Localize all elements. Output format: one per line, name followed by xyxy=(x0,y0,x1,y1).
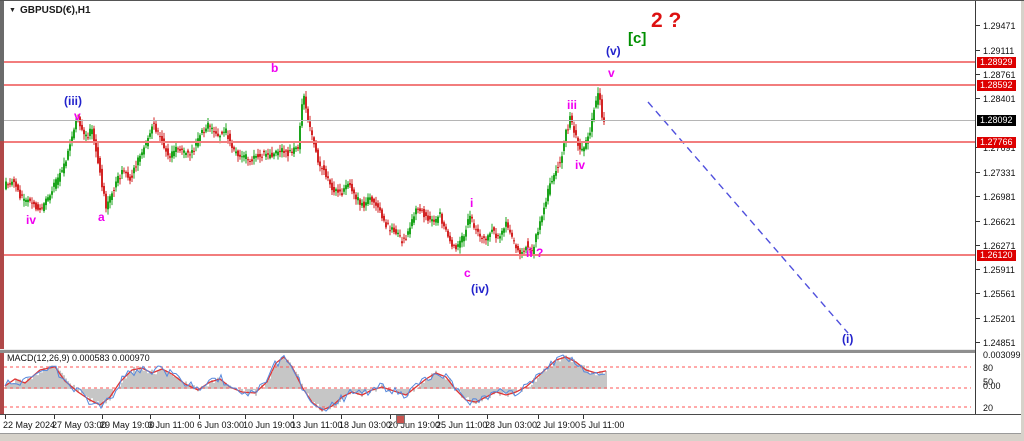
axis-tickmark xyxy=(976,342,980,343)
time-tickmark xyxy=(341,415,342,419)
time-tickmark xyxy=(293,415,294,419)
time-tick-label: 18 Jun 03:00 xyxy=(339,420,391,430)
wave-label[interactable]: iv xyxy=(575,159,585,171)
wave-label[interactable]: v xyxy=(74,110,81,122)
time-tick-label: 2 Jul 19:00 xyxy=(536,420,580,430)
bear-candle-wicks xyxy=(8,88,604,259)
macd-signal-line xyxy=(5,357,606,410)
price-tick-label: 1.27331 xyxy=(983,168,1016,178)
symbol-period-label: GBPUSD(€),H1 xyxy=(20,5,91,16)
wave-label[interactable]: c xyxy=(464,267,471,279)
price-tick-label: 1.28761 xyxy=(983,70,1016,80)
time-tick-label: 10 Jun 19:00 xyxy=(243,420,295,430)
chart-title: ▼ GBPUSD(€),H1 xyxy=(9,5,91,16)
wave-label[interactable]: (iii) xyxy=(64,95,82,107)
time-tick-label: 3 Jun 11:00 xyxy=(148,420,194,430)
time-tickmark xyxy=(5,415,6,419)
axis-tickmark xyxy=(976,172,980,173)
price-level-line[interactable] xyxy=(4,61,975,63)
time-axis[interactable]: 22 May 202427 May 03:0029 May 19:003 Jun… xyxy=(0,415,1021,433)
price-tick-label: 1.28401 xyxy=(983,94,1016,104)
wave-label[interactable]: iii xyxy=(567,99,577,111)
price-tick-label: 1.26621 xyxy=(983,217,1016,227)
time-tick-label: 13 Jun 11:00 xyxy=(291,420,342,430)
axis-tickmark xyxy=(976,74,980,75)
time-tick-label: 25 Jun 11:00 xyxy=(436,420,487,430)
time-tick-label: 5 Jul 11:00 xyxy=(581,420,624,430)
axis-tickmark xyxy=(976,269,980,270)
time-tickmark xyxy=(583,415,584,419)
price-level-badge: 1.28929 xyxy=(977,57,1016,68)
projection-trendline[interactable] xyxy=(648,102,848,333)
time-tickmark xyxy=(199,415,200,419)
price-level-badge: 1.26120 xyxy=(977,250,1016,261)
price-tick-label: 1.26981 xyxy=(983,192,1016,202)
price-tick-label: 1.29471 xyxy=(983,21,1016,31)
macd-axis-label: 0.003099 xyxy=(983,350,1021,360)
wave-label[interactable]: v xyxy=(608,67,615,79)
window-bottom-border xyxy=(0,433,1024,441)
axis-tickmark xyxy=(976,293,980,294)
macd-axis-label: 80 xyxy=(983,363,993,373)
axis-tickmark xyxy=(976,98,980,99)
price-tick-label: 1.24851 xyxy=(983,338,1016,348)
time-tick-label: 28 Jun 03:00 xyxy=(485,420,537,430)
price-level-line[interactable] xyxy=(4,141,975,143)
axis-tickmark xyxy=(976,50,980,51)
price-level-badge: 1.28592 xyxy=(977,80,1016,91)
time-tick-label: 22 May 2024 xyxy=(3,420,55,430)
price-tick-label: 1.25201 xyxy=(983,314,1016,324)
wave-label[interactable]: i xyxy=(470,197,473,209)
wave-label[interactable]: ii ? xyxy=(526,247,543,259)
price-level-line[interactable] xyxy=(4,84,975,86)
axis-tickmark xyxy=(976,221,980,222)
price-axis[interactable]: 1.294711.291111.287611.284011.276911.273… xyxy=(975,1,1022,433)
time-tick-label: 6 Jun 03:00 xyxy=(197,420,244,430)
time-tickmark xyxy=(390,415,391,419)
bear-candle-bodies xyxy=(8,93,604,255)
time-tickmark xyxy=(102,415,103,419)
axis-tickmark xyxy=(976,25,980,26)
time-tick-label: 29 May 19:00 xyxy=(100,420,155,430)
marker-icon[interactable] xyxy=(396,415,405,424)
wave-label[interactable]: (v) xyxy=(606,45,621,57)
macd-axis-label: 0.00 xyxy=(983,381,1001,391)
time-tickmark xyxy=(54,415,55,419)
wave-label[interactable]: (i) xyxy=(842,333,853,345)
macd-indicator-label: MACD(12,26,9) 0.000583 0.000970 xyxy=(7,353,150,363)
price-chart-canvas[interactable] xyxy=(0,1,975,349)
axis-tickmark xyxy=(976,318,980,319)
wave-label[interactable]: (iv) xyxy=(471,283,489,295)
chart-window: (iii) v iv a b i ii ? c(iv) iii iv v (v) [c] 2 ? (i) ▼… xyxy=(0,0,1024,441)
chevron-down-icon[interactable]: ▼ xyxy=(9,7,16,14)
time-tickmark xyxy=(487,415,488,419)
price-level-line[interactable] xyxy=(4,254,975,256)
current-price-badge: 1.28092 xyxy=(977,115,1016,126)
wave-label[interactable]: iv xyxy=(26,214,36,226)
wave-label[interactable]: a xyxy=(98,211,105,223)
wave-label[interactable]: b xyxy=(271,62,278,74)
axis-tickmark xyxy=(976,245,980,246)
price-level-badge: 1.27766 xyxy=(977,137,1016,148)
price-tick-label: 1.29111 xyxy=(983,46,1014,56)
current-price-line xyxy=(4,120,975,121)
wave-label[interactable]: [c] xyxy=(628,31,646,46)
price-tick-label: 1.25911 xyxy=(983,265,1015,275)
time-tick-label: 27 May 03:00 xyxy=(52,420,107,430)
time-tickmark xyxy=(438,415,439,419)
wave-label[interactable]: 2 ? xyxy=(651,10,681,31)
macd-axis-label: 20 xyxy=(983,403,993,413)
axis-tickmark xyxy=(976,196,980,197)
time-tickmark xyxy=(538,415,539,419)
time-tickmark xyxy=(150,415,151,419)
price-tick-label: 1.25561 xyxy=(983,289,1016,299)
time-tickmark xyxy=(245,415,246,419)
